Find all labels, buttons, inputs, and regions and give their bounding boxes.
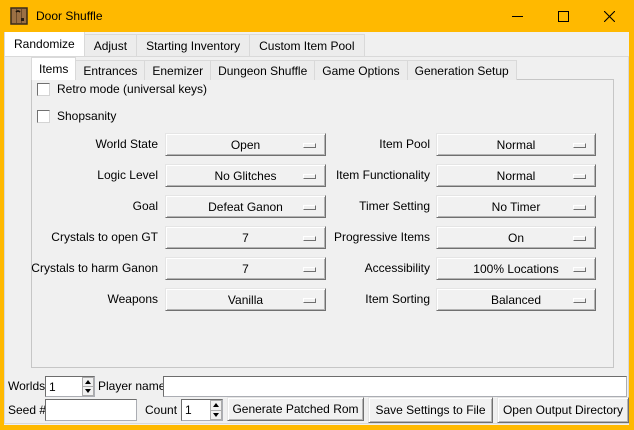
arrow-down-icon[interactable] [82, 387, 94, 396]
subtab-entrances[interactable]: Entrances [75, 60, 145, 80]
save-settings-button[interactable]: Save Settings to File [368, 397, 493, 423]
subtab-enemizer[interactable]: Enemizer [144, 60, 211, 80]
window-content: Randomize Adjust Starting Inventory Cust… [4, 32, 629, 425]
weapons-label: Weapons [14, 288, 158, 311]
count-spinner [181, 399, 223, 421]
progressive-items-label: Progressive Items [304, 226, 430, 249]
items-tab-pane [31, 79, 614, 368]
items-tab-bar: Items Entrances Enemizer Dungeon Shuffle… [31, 57, 516, 80]
app-icon[interactable] [10, 7, 28, 25]
shopsanity-label: Shopsanity [57, 109, 116, 123]
count-input[interactable] [182, 400, 210, 420]
timer-setting-label: Timer Setting [304, 195, 430, 218]
arrow-down-icon[interactable] [210, 411, 222, 421]
menu-indicator-icon [573, 174, 586, 179]
dropdown-crystals-harm-ganon[interactable]: 7 [165, 257, 326, 280]
accessibility-label: Accessibility [304, 257, 430, 280]
menu-indicator-icon [573, 236, 586, 241]
arrow-up-icon[interactable] [210, 400, 222, 411]
menu-indicator-icon [573, 267, 586, 272]
worlds-label: Worlds [8, 376, 45, 397]
item-sorting-label: Item Sorting [304, 288, 430, 311]
subtab-game-options[interactable]: Game Options [314, 60, 407, 80]
subtab-dungeon-shuffle[interactable]: Dungeon Shuffle [210, 60, 315, 80]
generate-patched-rom-button[interactable]: Generate Patched Rom [227, 397, 364, 421]
count-label: Count [145, 399, 177, 421]
world-state-label: World State [14, 133, 158, 156]
maximize-button[interactable] [540, 0, 586, 32]
retro-mode-checkbox[interactable] [37, 83, 50, 96]
crystals-open-gt-label: Crystals to open GT [14, 226, 158, 249]
window-title: Door Shuffle [36, 9, 103, 23]
dropdown-goal[interactable]: Defeat Ganon [165, 195, 326, 218]
dropdown-item-pool[interactable]: Normal [436, 133, 596, 156]
menu-indicator-icon [573, 298, 586, 303]
dropdown-progressive-items[interactable]: On [436, 226, 596, 249]
tab-custom-item-pool[interactable]: Custom Item Pool [249, 34, 364, 56]
item-functionality-label: Item Functionality [304, 164, 430, 187]
app-window: Door Shuffle Randomize Adjust Starting I… [0, 0, 634, 430]
goal-label: Goal [14, 195, 158, 218]
dropdown-accessibility[interactable]: 100% Locations [436, 257, 596, 280]
open-output-directory-button[interactable]: Open Output Directory [497, 397, 629, 423]
close-button[interactable] [586, 0, 632, 32]
menu-indicator-icon [573, 143, 586, 148]
minimize-button[interactable] [494, 0, 540, 32]
dropdown-weapons[interactable]: Vanilla [165, 288, 326, 311]
tab-randomize[interactable]: Randomize [4, 32, 85, 56]
menu-indicator-icon [573, 205, 586, 210]
crystals-harm-ganon-label: Crystals to harm Ganon [14, 257, 158, 280]
arrow-up-icon[interactable] [82, 377, 94, 387]
player-names-input[interactable] [163, 376, 627, 397]
main-tab-bar: Randomize Adjust Starting Inventory Cust… [4, 32, 364, 56]
logic-level-label: Logic Level [14, 164, 158, 187]
worlds-spinner [45, 376, 95, 397]
subtab-items[interactable]: Items [31, 57, 76, 80]
shopsanity-checkbox-row: Shopsanity [37, 109, 116, 123]
window-controls [494, 0, 632, 32]
dropdown-world-state[interactable]: Open [165, 133, 326, 156]
seed-input[interactable] [45, 399, 137, 421]
worlds-input[interactable] [46, 377, 82, 396]
dropdown-item-functionality[interactable]: Normal [436, 164, 596, 187]
tab-starting-inventory[interactable]: Starting Inventory [136, 34, 250, 56]
seed-label: Seed # [8, 399, 46, 421]
tab-adjust[interactable]: Adjust [84, 34, 137, 56]
dropdown-timer-setting[interactable]: No Timer [436, 195, 596, 218]
player-names-label: Player names [98, 376, 171, 397]
titlebar: Door Shuffle [0, 0, 634, 32]
subtab-generation-setup[interactable]: Generation Setup [407, 60, 517, 80]
item-pool-label: Item Pool [304, 133, 430, 156]
dropdown-logic-level[interactable]: No Glitches [165, 164, 326, 187]
retro-mode-checkbox-row: Retro mode (universal keys) [37, 82, 207, 96]
dropdown-item-sorting[interactable]: Balanced [436, 288, 596, 311]
dropdown-crystals-open-gt[interactable]: 7 [165, 226, 326, 249]
retro-mode-label: Retro mode (universal keys) [57, 82, 207, 96]
shopsanity-checkbox[interactable] [37, 110, 50, 123]
